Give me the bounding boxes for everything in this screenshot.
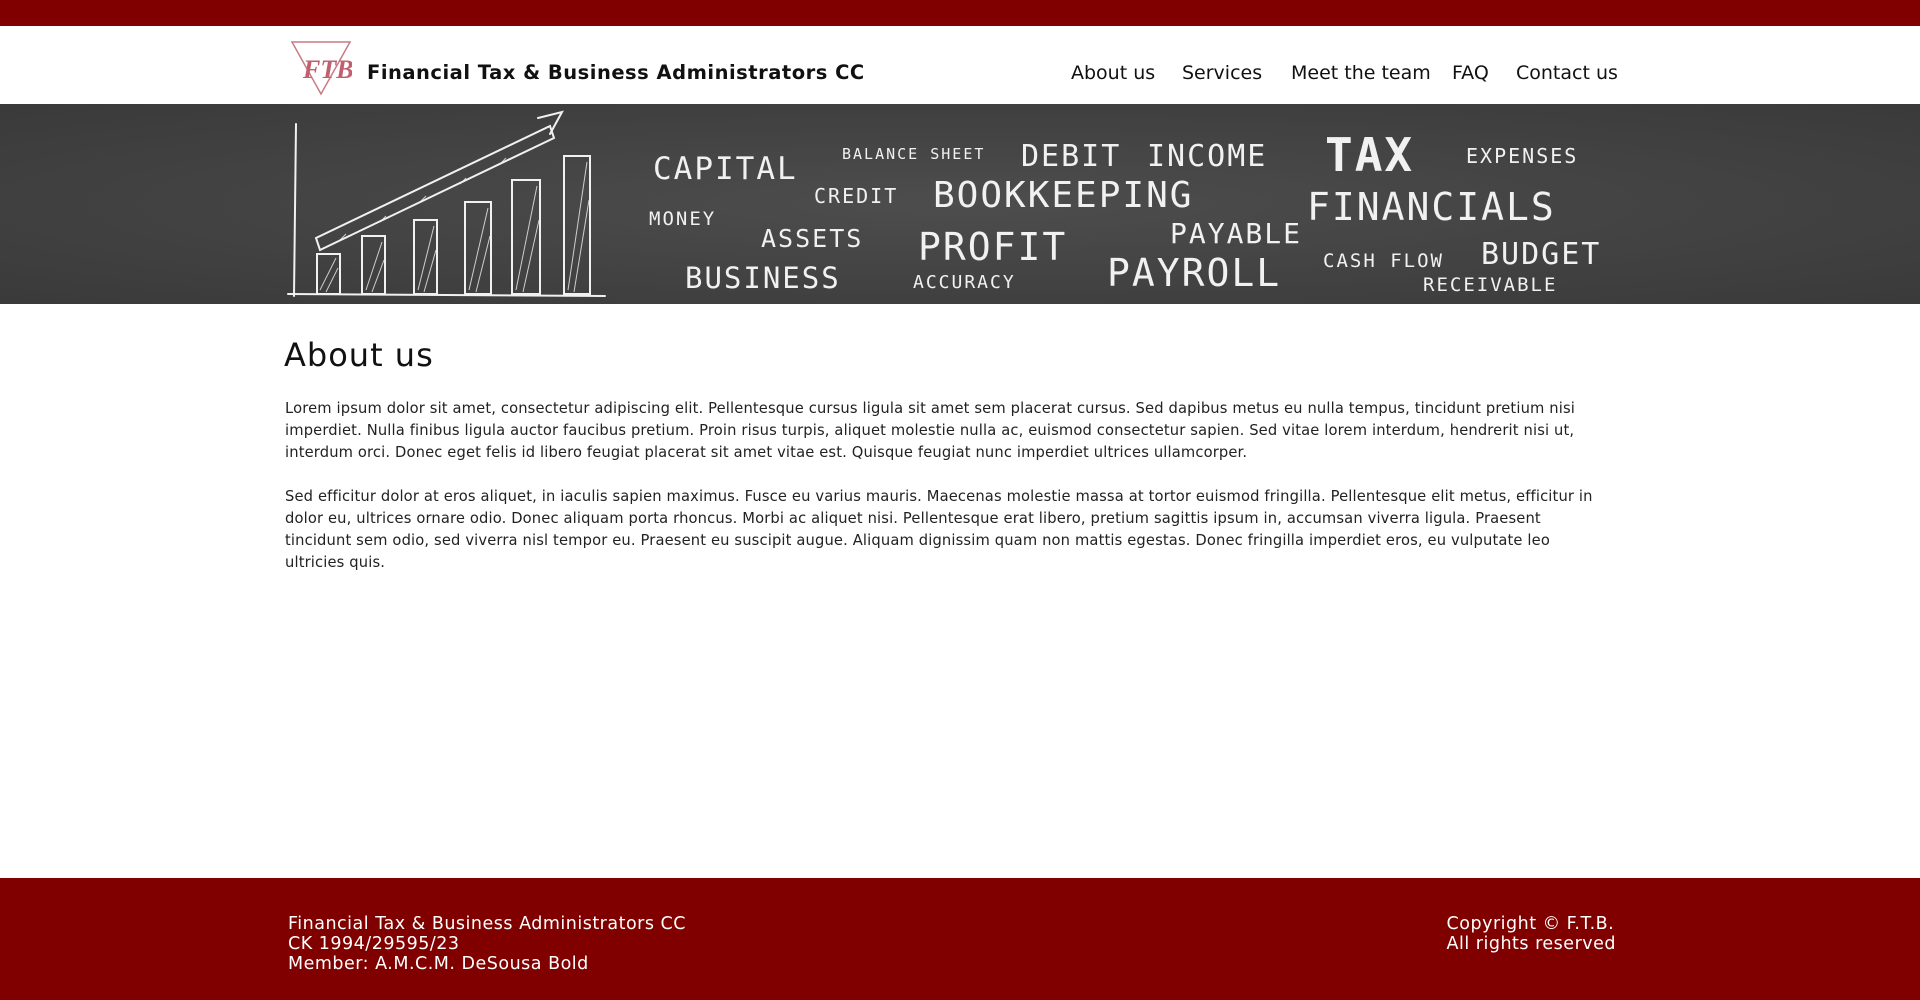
chalk-word-budget: BUDGET	[1481, 237, 1602, 272]
nav-about-us[interactable]: About us	[1071, 62, 1155, 84]
footer-company-info: Financial Tax & Business Administrators …	[288, 914, 686, 974]
nav-faq[interactable]: FAQ	[1452, 62, 1489, 84]
footer-member: Member: A.M.C.M. DeSousa Bold	[288, 954, 589, 974]
chalk-word-balance-sheet: BALANCE SHEET	[842, 145, 986, 163]
chalk-word-credit: CREDIT	[814, 184, 899, 208]
site-title[interactable]: Financial Tax & Business Administrators …	[367, 61, 865, 84]
chalk-word-receivable: RECEIVABLE	[1423, 274, 1558, 296]
site-header	[0, 26, 1920, 104]
logo-letters: FTB	[302, 55, 352, 84]
bar-chart-sketch-icon	[287, 110, 606, 297]
chalk-word-business: BUSINESS	[685, 261, 841, 295]
nav-services[interactable]: Services	[1182, 62, 1262, 84]
about-paragraph-2: Sed efficitur dolor at eros aliquet, in …	[285, 488, 1593, 571]
about-paragraph-1: Lorem ipsum dolor sit amet, consectetur …	[285, 400, 1576, 461]
chalk-word-accuracy: ACCURACY	[913, 272, 1016, 293]
chalk-word-cash-flow: CASH FLOW	[1323, 250, 1444, 272]
chalk-word-payroll: PAYROLL	[1107, 251, 1282, 295]
nav-meet-the-team[interactable]: Meet the team	[1291, 62, 1431, 84]
chalk-word-bookkeeping: BOOKKEEPING	[933, 175, 1194, 216]
ftb-logo-icon: FTB	[290, 41, 354, 96]
footer-copyright-text: Copyright © F.T.B.	[1446, 914, 1615, 934]
chalk-word-payable: PAYABLE	[1170, 217, 1303, 250]
chalk-word-tax: TAX	[1325, 128, 1415, 182]
chalk-word-profit: PROFIT	[918, 225, 1068, 269]
chalk-word-debit: DEBIT	[1021, 139, 1122, 174]
chalk-word-assets: ASSETS	[761, 224, 864, 253]
top-accent-bar	[0, 0, 1920, 26]
footer-company-name: Financial Tax & Business Administrators …	[288, 914, 686, 934]
footer-rights-text: All rights reserved	[1446, 934, 1616, 954]
chalk-word-money: MONEY	[649, 208, 717, 230]
footer-registration: CK 1994/29595/23	[288, 934, 460, 954]
chalk-word-income: INCOME	[1147, 139, 1268, 174]
chalkboard-banner: CAPITAL BALANCE SHEET DEBIT INCOME TAX E…	[0, 104, 1920, 304]
chalk-word-capital: CAPITAL	[653, 151, 798, 187]
page-title: About us	[284, 336, 434, 374]
footer-copyright: Copyright © F.T.B. All rights reserved	[1447, 914, 1616, 954]
chalk-word-financials: FINANCIALS	[1307, 185, 1556, 229]
chalk-word-expenses: EXPENSES	[1466, 144, 1579, 168]
nav-contact-us[interactable]: Contact us	[1516, 62, 1618, 84]
ftb-logo[interactable]: FTB	[290, 40, 354, 96]
